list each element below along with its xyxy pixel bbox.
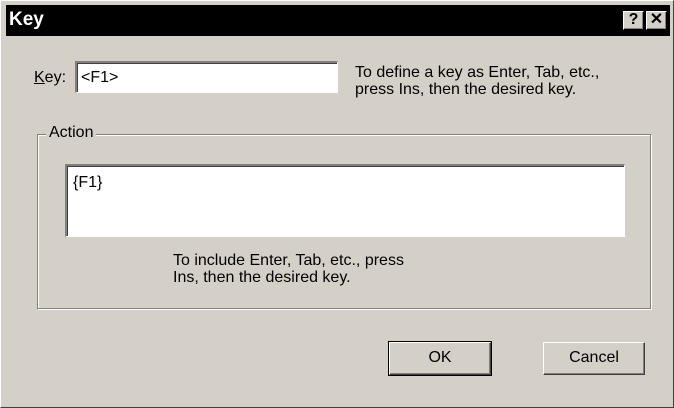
question-mark-icon: ? — [628, 11, 639, 28]
key-hint: To define a key as Enter, Tab, etc., pre… — [355, 64, 655, 98]
action-hint-line: To include Enter, Tab, etc., press — [173, 252, 404, 269]
key-hint-line: press Ins, then the desired key. — [355, 81, 577, 98]
action-group-label: Action — [46, 124, 97, 142]
cancel-button[interactable]: Cancel — [543, 342, 645, 375]
title-bar: Key ? ✕ — [6, 5, 670, 36]
close-icon: ✕ — [649, 11, 664, 28]
close-button[interactable]: ✕ — [646, 11, 667, 30]
action-hint: To include Enter, Tab, etc., press Ins, … — [173, 252, 473, 286]
action-input[interactable]: {F1} — [65, 164, 625, 237]
key-label: Key: — [34, 69, 66, 87]
key-dialog: Key ? ✕ Key: <F1> To define a key as Ent… — [0, 0, 674, 408]
key-label-accelerator: K — [34, 69, 45, 86]
key-label-text: ey: — [44, 69, 67, 86]
key-input[interactable]: <F1> — [75, 61, 338, 93]
action-hint-line: Ins, then the desired key. — [173, 269, 351, 286]
key-hint-line: To define a key as Enter, Tab, etc., — [355, 64, 600, 81]
help-button[interactable]: ? — [623, 11, 644, 30]
dialog-title: Key — [9, 9, 44, 30]
ok-button[interactable]: OK — [388, 341, 492, 376]
